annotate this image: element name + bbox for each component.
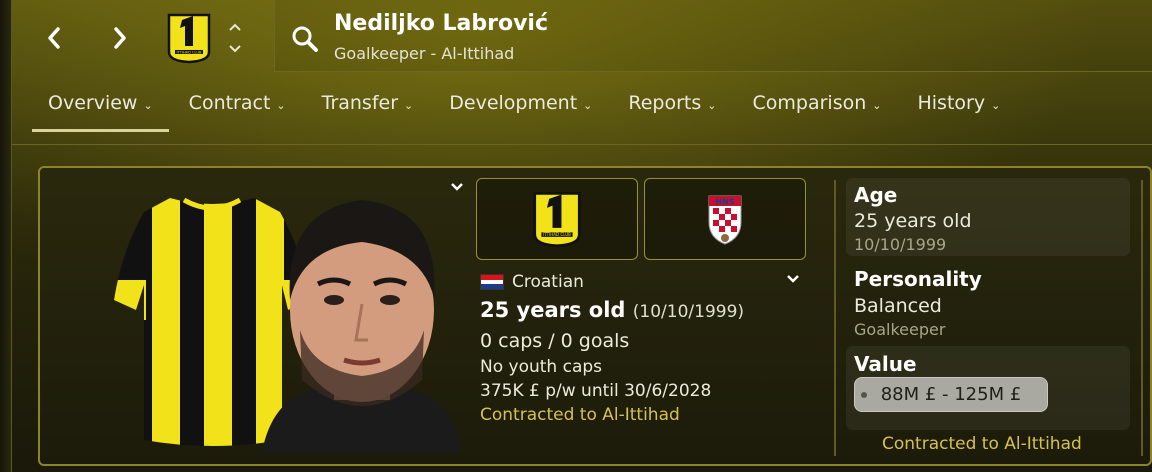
tab-label: Contract [188, 92, 271, 114]
caps-goals: 0 caps / 0 goals [480, 330, 630, 352]
chevron-down-icon: ⌄ [583, 99, 593, 112]
value-range: 88M £ - 125M £ [880, 384, 1022, 405]
age-line: 25 years old (10/10/1999) [480, 298, 744, 322]
back-button[interactable] [34, 18, 74, 58]
left-rail [0, 0, 12, 472]
card-divider-right [1141, 180, 1143, 456]
tab-label: Overview [48, 92, 138, 114]
tab-contract[interactable]: Contract ⌄ [171, 92, 304, 132]
chevron-down-icon: ⌄ [707, 99, 717, 112]
club-badge-large: ITTIHAD CLUB [533, 191, 581, 248]
club-switcher[interactable] [224, 20, 246, 60]
croatia-flag-icon [480, 274, 504, 290]
chevron-down-icon: ⌄ [143, 99, 153, 112]
nation-badge-box[interactable]: HNS [644, 178, 806, 260]
personality-sub: Goalkeeper [854, 320, 946, 339]
chevron-down-icon: ⌄ [404, 99, 414, 112]
header-divider [12, 144, 1152, 145]
date-of-birth: (10/10/1999) [632, 302, 745, 322]
tab-comparison[interactable]: Comparison ⌄ [735, 92, 900, 132]
tab-development[interactable]: Development ⌄ [431, 92, 610, 132]
club-badge-small-text: ITTIHAD CLUB [177, 50, 202, 54]
age-dob-side: 10/10/1999 [854, 235, 947, 254]
club-badge-small[interactable]: ITTIHAD CLUB [166, 12, 212, 64]
chevron-down-icon[interactable] [450, 180, 464, 196]
card-divider [834, 180, 836, 456]
chevron-left-icon [48, 27, 60, 49]
player-photo [262, 200, 462, 452]
tab-transfer[interactable]: Transfer ⌄ [304, 92, 432, 132]
chevron-down-icon: ⌄ [991, 99, 1001, 112]
club-badge-box[interactable]: ITTIHAD CLUB [476, 178, 638, 260]
tab-label: Transfer [321, 92, 399, 114]
player-subtitle: Goalkeeper - Al-Ittihad [334, 44, 515, 63]
youth-caps: No youth caps [480, 357, 603, 377]
contract-status-side[interactable]: Contracted to Al-Ittihad [882, 434, 1082, 454]
age-value: 25 years old [480, 298, 626, 322]
age-value-side: 25 years old [854, 210, 972, 232]
nation-badge-text: HNS [715, 198, 734, 207]
contract-status-link[interactable]: Contracted to Al-Ittihad [480, 405, 680, 425]
chevron-down-icon[interactable] [228, 44, 242, 54]
personality-label: Personality [854, 267, 982, 291]
tag-dot-icon [861, 392, 867, 398]
value-range-pill[interactable]: 88M £ - 125M £ [854, 377, 1048, 412]
tab-reports[interactable]: Reports ⌄ [610, 92, 734, 132]
chevron-right-icon [114, 27, 126, 49]
club-badge-large-text: ITTIHAD CLUB [543, 232, 571, 237]
search-icon[interactable] [290, 24, 320, 54]
wage-contract: 375K £ p/w until 30/6/2028 [480, 381, 712, 401]
age-label: Age [854, 183, 898, 207]
tab-history[interactable]: History ⌄ [899, 92, 1018, 132]
tab-label: History [917, 92, 986, 114]
tab-overview[interactable]: Overview ⌄ [30, 92, 171, 132]
chevron-down-icon[interactable] [786, 272, 800, 288]
nationality-label: Croatian [512, 272, 584, 292]
player-name: Nediljko Labrović [334, 11, 549, 36]
tab-label: Reports [628, 92, 702, 114]
tab-label: Development [449, 92, 578, 114]
tab-bar: Overview ⌄ Contract ⌄ Transfer ⌄ Developmen… [30, 92, 1018, 132]
value-label: Value [854, 352, 917, 376]
forward-button[interactable] [100, 18, 140, 58]
tab-label: Comparison [752, 92, 867, 114]
personality-value: Balanced [854, 295, 942, 317]
nationality-row: Croatian [480, 272, 584, 292]
chevron-down-icon: ⌄ [276, 99, 286, 112]
chevron-down-icon: ⌄ [872, 99, 882, 112]
chevron-up-icon[interactable] [228, 22, 242, 32]
croatia-federation-badge: HNS [708, 195, 742, 245]
